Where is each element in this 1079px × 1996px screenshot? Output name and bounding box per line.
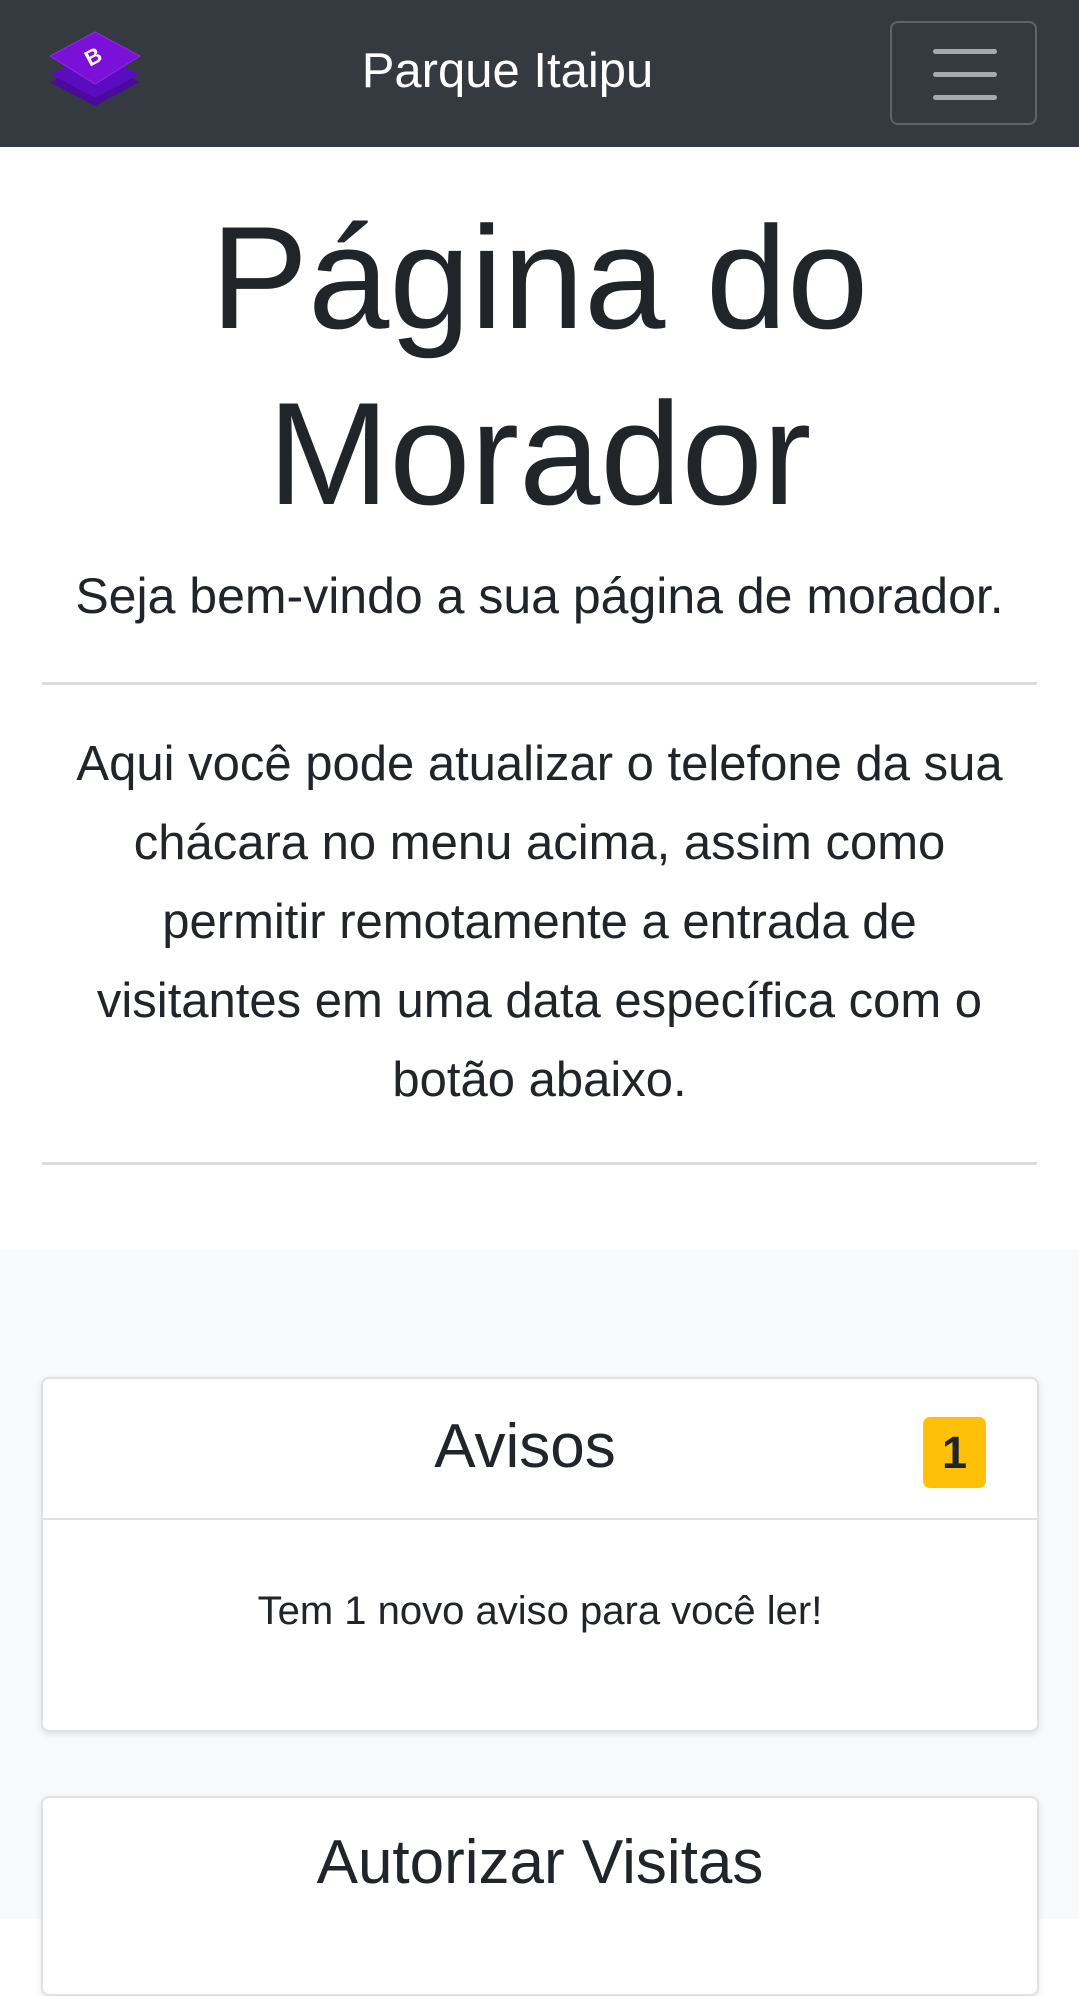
intro-text: Aqui você pode atualizar o telefone da s… — [38, 725, 1041, 1120]
avisos-card-header: Avisos 1 — [43, 1379, 1037, 1520]
menu-toggle-button[interactable] — [890, 21, 1037, 125]
avisos-card[interactable]: Avisos 1 Tem 1 novo aviso para você ler! — [41, 1377, 1039, 1732]
welcome-lead: Seja bem-vindo a sua página de morador. — [75, 568, 1004, 624]
intro-text-line: Aqui você pode atualizar o telefone da s… — [76, 737, 1003, 791]
page-title-line-2: Morador — [267, 372, 812, 535]
divider-bottom — [42, 1162, 1037, 1165]
hero-section: Página do Morador Seja bem-vindo a sua p… — [0, 147, 1079, 1250]
cards-section: Avisos 1 Tem 1 novo aviso para você ler!… — [0, 1250, 1079, 1996]
intro-text-line: permitir remotamente a entrada de — [162, 895, 917, 949]
avisos-title: Avisos — [434, 1412, 616, 1481]
intro-text-line: chácara no menu acima, assim como — [133, 816, 946, 870]
page-title-line-1: Página do — [210, 196, 869, 359]
divider-top — [42, 682, 1037, 685]
avisos-count-badge: 1 — [923, 1417, 986, 1488]
autorizar-visitas-card[interactable]: Autorizar Visitas — [41, 1796, 1039, 1996]
navbar: B Parque Itaipu — [0, 0, 1079, 147]
brand-title[interactable]: Parque Itaipu — [0, 0, 1015, 142]
avisos-message: Tem 1 novo aviso para você ler! — [257, 1589, 823, 1633]
intro-text-line: visitantes em uma data específica com o — [96, 974, 983, 1028]
page-title: Página do Morador — [60, 190, 1019, 542]
autorizar-visitas-title: Autorizar Visitas — [316, 1828, 764, 1897]
intro-text-line: botão abaixo. — [392, 1053, 687, 1107]
